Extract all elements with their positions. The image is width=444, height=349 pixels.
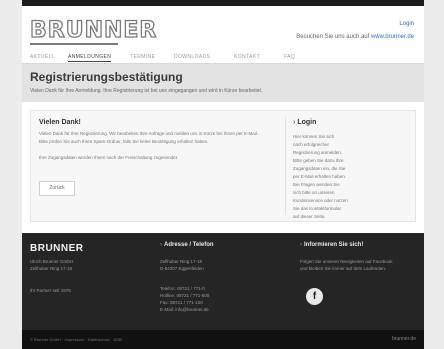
login-line: per E-Mail erhalten haben. bbox=[293, 174, 347, 179]
title-band: Registrierungsbestätigung Vielen Dank fü… bbox=[22, 64, 424, 102]
footer-info-title-text: Informieren Sie sich! bbox=[304, 242, 364, 248]
main-nav: AKTUELL ANMELDUNGEN TERMINE DOWNLOADS KO… bbox=[22, 52, 424, 64]
page-subtitle: Vielen Dank für Ihre Anmeldung. Ihre Reg… bbox=[30, 88, 263, 94]
chevron-right-icon: › bbox=[160, 242, 162, 248]
nav-item-aktuell[interactable]: AKTUELL bbox=[30, 54, 55, 60]
visit-text: Besuchen Sie uns auch auf www.brunner.de bbox=[296, 34, 414, 40]
confirmation-panel: Vielen Dank! Vielen Dank für Ihre Regist… bbox=[30, 110, 416, 222]
panel-divider bbox=[285, 117, 286, 215]
footer-brand-extra: Ihr Partner seit 1978 bbox=[30, 288, 71, 293]
page-title: Registrierungsbestätigung bbox=[30, 70, 183, 84]
login-line: Hier können Sie sich bbox=[293, 134, 335, 139]
facebook-icon[interactable]: f bbox=[306, 288, 323, 305]
visit-label: Besuchen Sie uns auch auf bbox=[296, 34, 370, 40]
footer-info-line: Folgen Sie unseren Neuigkeiten auf Faceb… bbox=[300, 259, 393, 264]
footer-brand-line: Zellhuber Ring 17-18 bbox=[30, 266, 73, 271]
nav-item-downloads[interactable]: DOWNLOADS bbox=[174, 54, 210, 60]
footer-contact-line: Fax: 08721 / 771-100 bbox=[160, 300, 203, 305]
footer-contact-line: Hotline: 08721 / 771-500 bbox=[160, 293, 210, 298]
page: BRUNNER Login Besuchen Sie uns auch auf … bbox=[22, 0, 424, 349]
nav-item-termine[interactable]: TERMINE bbox=[130, 54, 155, 60]
login-line: Bei Fragen wenden Sie bbox=[293, 182, 340, 187]
visit-url-link[interactable]: www.brunner.de bbox=[371, 34, 414, 40]
copyright-links[interactable]: © Brunner GmbH · Impressum · Datenschutz… bbox=[30, 337, 122, 342]
footer-email-link[interactable]: E-Mail: info@brunner.de bbox=[160, 307, 209, 312]
thanks-title: Vielen Dank! bbox=[39, 119, 81, 126]
footer-info-line: und bleiben Sie immer auf dem Laufenden. bbox=[300, 266, 387, 271]
login-box-title: › Login bbox=[293, 119, 316, 126]
nav-item-anmeldungen[interactable]: ANMELDUNGEN bbox=[68, 54, 112, 62]
footer-brand-line: Ulrich Brunner GmbH bbox=[30, 259, 74, 264]
site-link[interactable]: brunner.de bbox=[392, 336, 416, 342]
nav-item-kontakt[interactable]: KONTAKT bbox=[234, 54, 260, 60]
login-link[interactable]: Login bbox=[399, 21, 414, 27]
thanks-text: Vielen Dank für Ihre Registrierung. Wir … bbox=[39, 131, 259, 136]
thanks-text: Bitte prüfen Sie auch Ihren Spam-Ordner,… bbox=[39, 139, 209, 144]
chevron-right-icon: › bbox=[300, 242, 302, 248]
top-bar bbox=[22, 0, 424, 6]
login-line: nach erfolgreicher bbox=[293, 142, 330, 147]
login-line: Bitte geben Sie dazu Ihre bbox=[293, 158, 344, 163]
footer-brand: BRUNNER bbox=[30, 243, 84, 254]
thanks-text: Ihre Zugangsdaten werden Ihnen nach der … bbox=[39, 155, 179, 160]
login-line: sich bitte an unseren bbox=[293, 190, 335, 195]
footer-address-title-text: Adresse / Telefon bbox=[164, 242, 214, 248]
chevron-right-icon: › bbox=[293, 119, 296, 126]
nav-item-faq[interactable]: FAQ bbox=[284, 54, 295, 60]
login-line: Sie das Kontaktformular bbox=[293, 206, 342, 211]
footer-info-title: › Informieren Sie sich! bbox=[300, 242, 363, 248]
footer-contact-line: Telefon: 08721 / 771-0 bbox=[160, 286, 205, 291]
login-line: Kundenservice oder nutzen bbox=[293, 198, 348, 203]
bottom-bar: © Brunner GmbH · Impressum · Datenschutz… bbox=[22, 330, 424, 349]
login-line: auf dieser Seite. bbox=[293, 214, 326, 219]
login-box-text: Hier können Sie sich nach erfolgreicher … bbox=[293, 133, 409, 221]
footer-address-title: › Adresse / Telefon bbox=[160, 242, 214, 248]
footer-address-line: D-84307 Eggenfelden bbox=[160, 266, 204, 271]
brand-logo[interactable]: BRUNNER bbox=[29, 19, 157, 42]
login-line: Zugangsdaten ein, die Sie bbox=[293, 166, 346, 171]
logo-underline bbox=[30, 43, 118, 45]
footer-address-line: Zellhuber Ring 17-18 bbox=[160, 259, 203, 264]
footer: BRUNNER Ulrich Brunner GmbH Zellhuber Ri… bbox=[22, 233, 424, 330]
login-box-title-text: Login bbox=[297, 119, 317, 126]
back-button[interactable]: Zurück bbox=[39, 181, 75, 196]
login-line: Registrierung anmelden. bbox=[293, 150, 343, 155]
